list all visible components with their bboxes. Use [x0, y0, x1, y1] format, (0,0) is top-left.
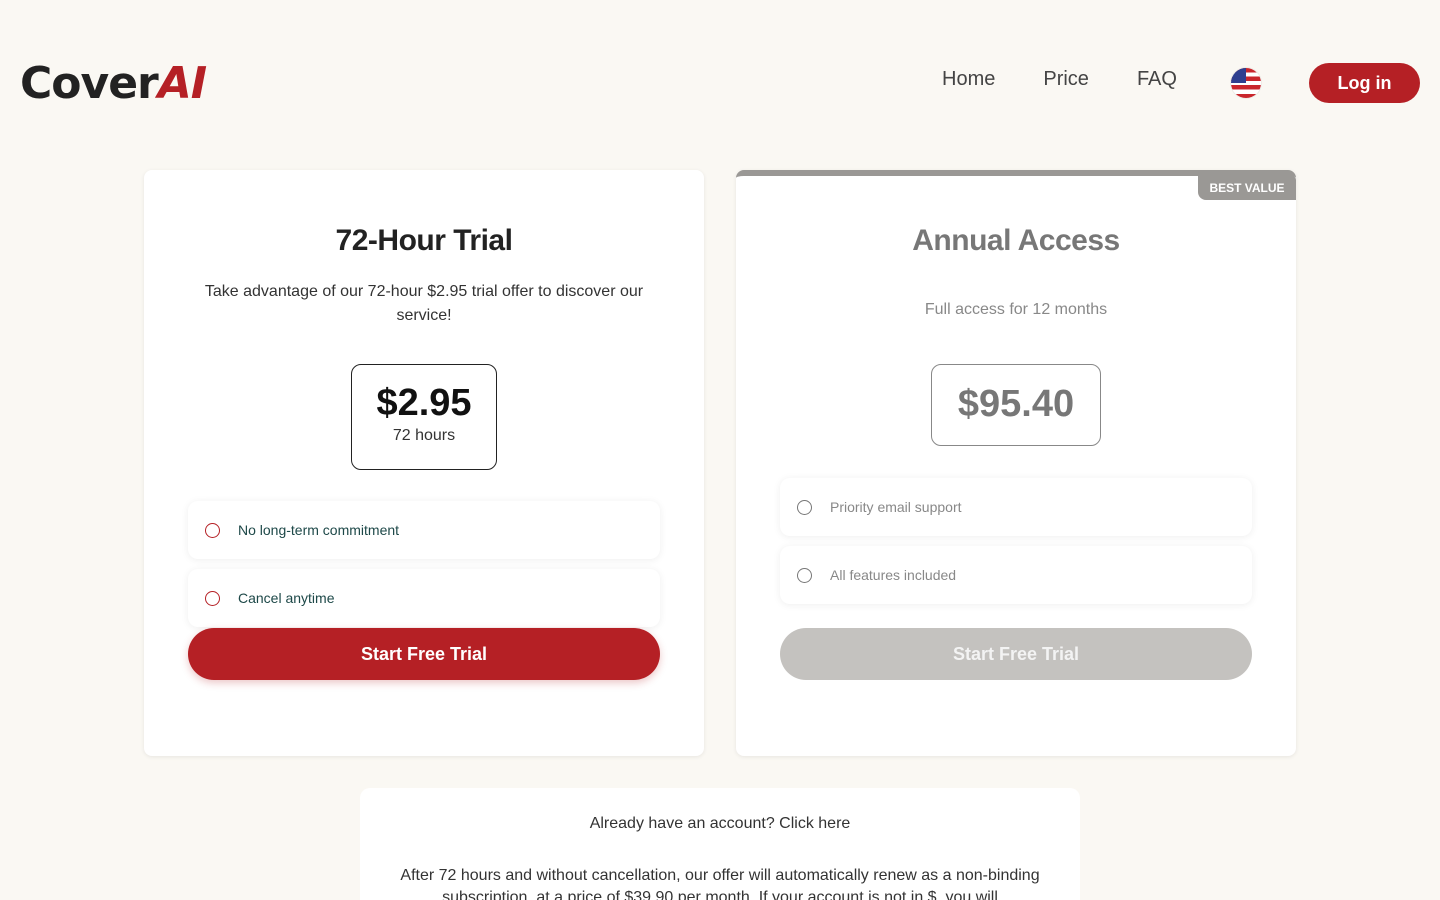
brand-name-main: Cover: [20, 58, 159, 109]
brand-logo[interactable]: CoverAI: [20, 58, 207, 109]
trial-price: $2.95: [376, 382, 472, 424]
account-info-box: Already have an account? Click here Afte…: [360, 788, 1080, 900]
trial-plan-card: 72-Hour Trial Take advantage of our 72-h…: [144, 170, 704, 756]
circle-bullet-icon: [205, 590, 220, 606]
annual-price-box: $95.40: [931, 364, 1101, 446]
trial-feature-label: Cancel anytime: [238, 590, 335, 606]
already-account-link[interactable]: Already have an account? Click here: [360, 815, 1080, 833]
nav-faq-link[interactable]: FAQ: [1137, 68, 1177, 91]
annual-feature-item: All features included: [780, 546, 1252, 604]
login-button[interactable]: Log in: [1309, 63, 1420, 103]
trial-feature-item: Cancel anytime: [188, 569, 660, 627]
brand-name-accent: AI: [157, 58, 207, 109]
trial-feature-label: No long-term commitment: [238, 522, 400, 538]
trial-feature-item: No long-term commitment: [188, 501, 660, 559]
circle-bullet-icon: [205, 522, 220, 538]
us-flag-icon[interactable]: [1231, 68, 1261, 98]
circle-bullet-icon: [797, 499, 812, 515]
circle-bullet-icon: [797, 567, 812, 583]
annual-feature-label: Priority email support: [830, 499, 962, 515]
header: CoverAI Home Price FAQ Log in: [0, 0, 1440, 165]
nav-price-link[interactable]: Price: [1043, 68, 1089, 91]
trial-plan-title: 72-Hour Trial: [335, 224, 513, 257]
annual-feature-item: Priority email support: [780, 478, 1252, 536]
trial-start-button[interactable]: Start Free Trial: [188, 628, 660, 680]
annual-plan-title: Annual Access: [912, 224, 1120, 257]
annual-plan-card: BEST VALUE Annual Access Full access for…: [736, 170, 1296, 756]
flag-canton: [1231, 68, 1246, 83]
nav-home-link[interactable]: Home: [942, 68, 995, 91]
annual-price: $95.40: [957, 383, 1075, 425]
annual-plan-description: Full access for 12 months: [924, 301, 1108, 318]
renewal-terms-text: After 72 hours and without cancellation,…: [400, 867, 1040, 900]
annual-feature-label: All features included: [830, 567, 957, 583]
trial-period: 72 hours: [392, 427, 456, 444]
trial-price-box: $2.95 72 hours: [351, 364, 497, 470]
best-value-badge: BEST VALUE: [1198, 176, 1296, 200]
main-nav: Home Price FAQ: [942, 68, 1225, 91]
annual-start-button[interactable]: Start Free Trial: [780, 628, 1252, 680]
trial-plan-description: Take advantage of our 72-hour $2.95 tria…: [204, 283, 644, 324]
